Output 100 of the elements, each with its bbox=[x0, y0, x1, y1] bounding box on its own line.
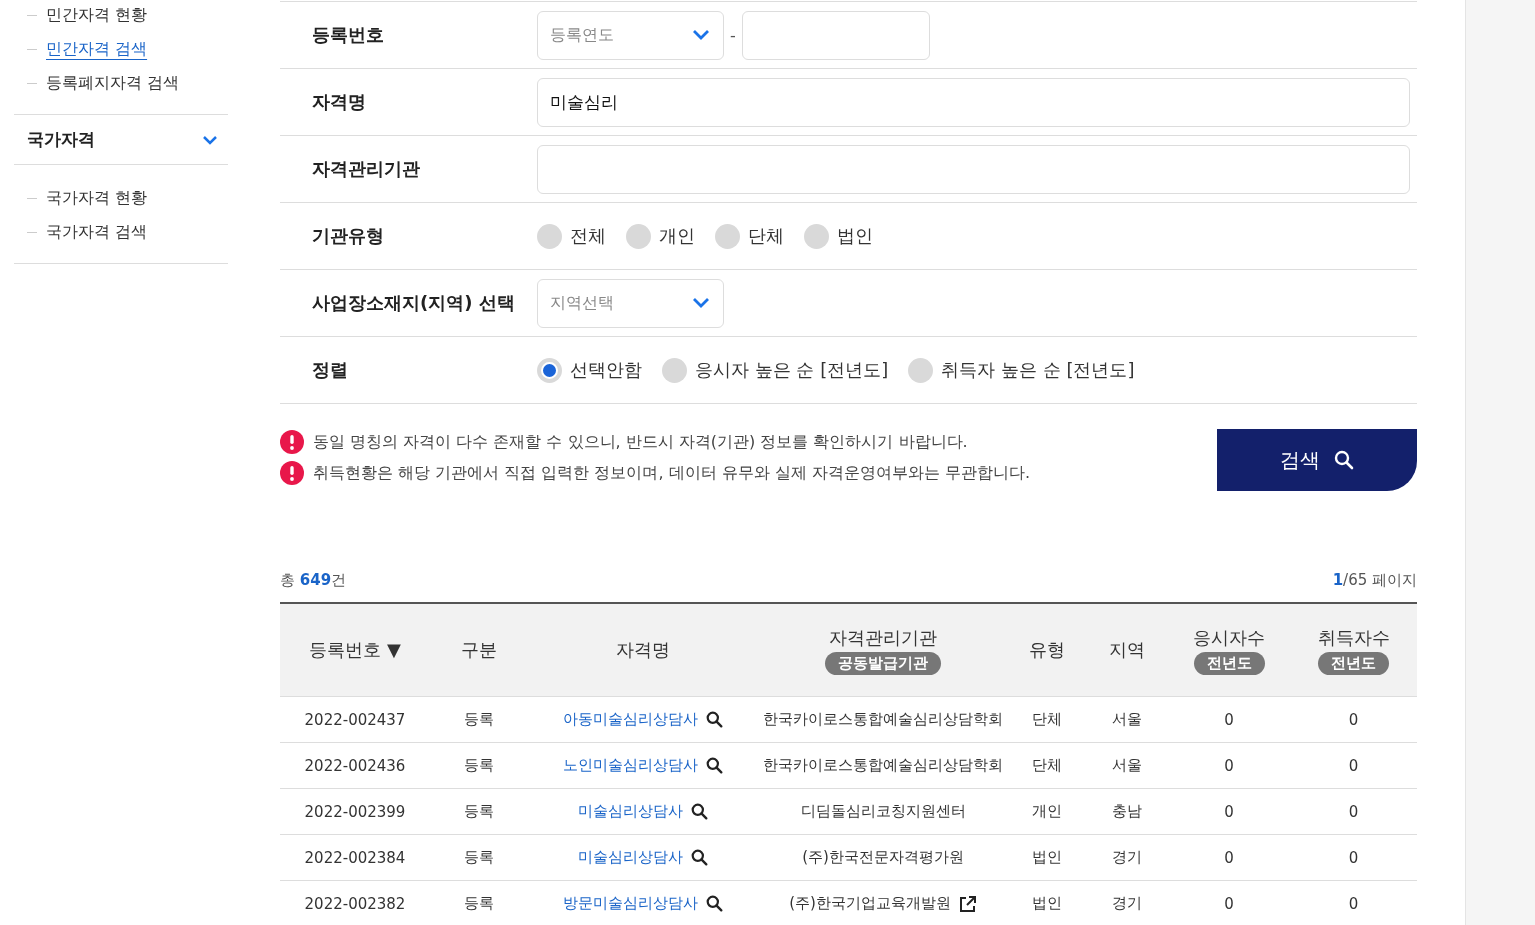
column-header: 자격명 bbox=[616, 638, 670, 662]
table-cell: 0 bbox=[1348, 710, 1359, 729]
table-cell: 등록 bbox=[464, 848, 494, 866]
alert-icon bbox=[280, 430, 304, 454]
radio-button[interactable] bbox=[626, 223, 651, 249]
sortable-column-header[interactable]: 등록번호 ▼ bbox=[309, 638, 401, 662]
table-cell: 등록 bbox=[464, 756, 494, 774]
table-cell: 등록 bbox=[464, 802, 494, 820]
qualification-link[interactable]: 미술심리상담사 bbox=[578, 848, 683, 867]
field-label: 정렬 bbox=[311, 358, 349, 382]
external-link-icon[interactable] bbox=[958, 894, 977, 913]
sidebar-link[interactable]: 국가자격 현황 bbox=[46, 187, 148, 209]
column-header: 취득자수 bbox=[1317, 625, 1390, 650]
table-cell: 2022-002384 bbox=[304, 848, 406, 867]
bullet-dash bbox=[27, 197, 37, 199]
qualification-link[interactable]: 노인미술심리상담사 bbox=[563, 756, 698, 775]
table-cell: 등록 bbox=[464, 894, 494, 912]
search-icon bbox=[1334, 450, 1354, 470]
header-badge: 공동발급기관 bbox=[825, 651, 941, 675]
table-cell: 경기 bbox=[1112, 848, 1142, 866]
page-indicator: 1/65 페이지 bbox=[1332, 571, 1417, 590]
column-header: 유형 bbox=[1029, 638, 1065, 662]
table-cell: 0 bbox=[1224, 710, 1234, 729]
radio-button[interactable] bbox=[715, 223, 740, 249]
table-cell: 단체 bbox=[1032, 710, 1062, 728]
radio-label[interactable]: 응시자 높은 순 [전년도] bbox=[695, 358, 889, 382]
separator-text: - bbox=[730, 25, 736, 45]
year-dropdown[interactable]: 등록연도 bbox=[537, 10, 724, 60]
search-icon[interactable] bbox=[706, 711, 723, 728]
table-cell: 한국카이로스통합예술심리상담학회 bbox=[763, 756, 1003, 775]
table-cell: (주)한국전문자격평가원 bbox=[802, 848, 964, 867]
table-cell: 법인 bbox=[1032, 894, 1062, 912]
sidebar-link[interactable]: 민간자격 현황 bbox=[46, 4, 148, 26]
table-cell: 서울 bbox=[1112, 756, 1142, 774]
radio-button[interactable] bbox=[537, 357, 562, 383]
search-icon[interactable] bbox=[706, 895, 723, 912]
column-header: 지역 bbox=[1109, 638, 1145, 662]
table-cell: 0 bbox=[1348, 802, 1359, 821]
qualification-link[interactable]: 아동미술심리상담사 bbox=[563, 710, 698, 729]
column-header: 구분 bbox=[461, 638, 497, 662]
alert-icon bbox=[280, 461, 304, 485]
table-cell: 법인 bbox=[1032, 848, 1062, 866]
text-input-field[interactable]: 미술심리 bbox=[537, 77, 1410, 127]
table-cell: 디딤돌심리코칭지원센터 bbox=[800, 802, 966, 821]
field-label: 자격관리기관 bbox=[311, 157, 421, 181]
radio-label[interactable]: 개인 bbox=[659, 224, 695, 248]
text-input-field[interactable] bbox=[537, 144, 1410, 194]
radio-label[interactable]: 단체 bbox=[748, 224, 784, 248]
column-header: 자격관리기관 bbox=[829, 625, 937, 650]
header-badge: 전년도 bbox=[1318, 651, 1389, 675]
field-label: 사업장소재지(지역) 선택 bbox=[311, 291, 516, 315]
search-icon[interactable] bbox=[706, 757, 723, 774]
number-input-field[interactable] bbox=[741, 10, 930, 60]
header-badge: 전년도 bbox=[1193, 651, 1265, 675]
table-cell: 2022-002382 bbox=[304, 894, 406, 913]
notice-text: 동일 명칭의 자격이 다수 존재할 수 있으니, 반드시 자격(기관) 정보를 확인하시기 바랍니다. bbox=[313, 431, 968, 453]
table-cell: 2022-002437 bbox=[304, 710, 406, 729]
region-dropdown[interactable]: 지역선택 bbox=[537, 278, 724, 328]
radio-button[interactable] bbox=[804, 223, 829, 249]
sidebar-section-header[interactable]: 국가자격 bbox=[14, 114, 228, 165]
search-icon[interactable] bbox=[691, 803, 708, 820]
table-cell: 단체 bbox=[1032, 756, 1062, 774]
radio-button[interactable] bbox=[537, 223, 562, 249]
notice-text: 취득현황은 해당 기관에서 직접 입력한 정보이며, 데이터 유무와 실제 자격운영여부와는 무관합니다. bbox=[313, 462, 1031, 484]
table-cell: 2022-002436 bbox=[304, 756, 406, 775]
field-label: 등록번호 bbox=[311, 23, 385, 47]
radio-label[interactable]: 전체 bbox=[570, 224, 606, 248]
qualification-link[interactable]: 미술심리상담사 bbox=[578, 802, 683, 821]
radio-label[interactable]: 취득자 높은 순 [전년도] bbox=[941, 358, 1135, 382]
table-cell: 0 bbox=[1224, 894, 1234, 913]
table-cell: 0 bbox=[1348, 848, 1359, 867]
table-cell: 충남 bbox=[1112, 802, 1142, 820]
qualification-link[interactable]: 방문미술심리상담사 bbox=[563, 894, 698, 913]
bullet-dash bbox=[27, 14, 37, 16]
table-cell: 한국카이로스통합예술심리상담학회 bbox=[763, 710, 1003, 729]
table-cell: 0 bbox=[1348, 756, 1359, 775]
radio-button[interactable] bbox=[908, 357, 934, 383]
field-label: 기관유형 bbox=[311, 224, 385, 248]
sidebar-link[interactable]: 민간자격 검색 bbox=[46, 38, 148, 60]
table-cell: 서울 bbox=[1112, 710, 1142, 728]
table-cell: 0 bbox=[1224, 756, 1234, 775]
radio-label[interactable]: 법인 bbox=[837, 224, 873, 248]
table-cell: 2022-002399 bbox=[304, 802, 406, 821]
radio-button[interactable] bbox=[662, 357, 687, 383]
search-button[interactable]: 검색 bbox=[1217, 429, 1417, 491]
table-cell: 등록 bbox=[464, 710, 494, 728]
table-cell: 0 bbox=[1224, 802, 1234, 821]
radio-label[interactable]: 선택안함 bbox=[570, 358, 642, 382]
table-cell: 0 bbox=[1224, 848, 1234, 867]
bullet-dash bbox=[27, 82, 37, 84]
table-cell: (주)한국기업교육개발원 bbox=[789, 894, 951, 913]
table-cell: 0 bbox=[1348, 894, 1359, 913]
bullet-dash bbox=[27, 48, 37, 50]
search-icon[interactable] bbox=[691, 849, 708, 866]
sidebar-link[interactable]: 국가자격 검색 bbox=[46, 221, 148, 243]
chevron-down-icon bbox=[691, 297, 711, 309]
result-count: 총 649건 bbox=[280, 571, 347, 590]
sidebar-link[interactable]: 등록폐지자격 검색 bbox=[46, 72, 180, 94]
column-header: 응시자수 bbox=[1193, 625, 1265, 650]
table-cell: 경기 bbox=[1112, 894, 1142, 912]
